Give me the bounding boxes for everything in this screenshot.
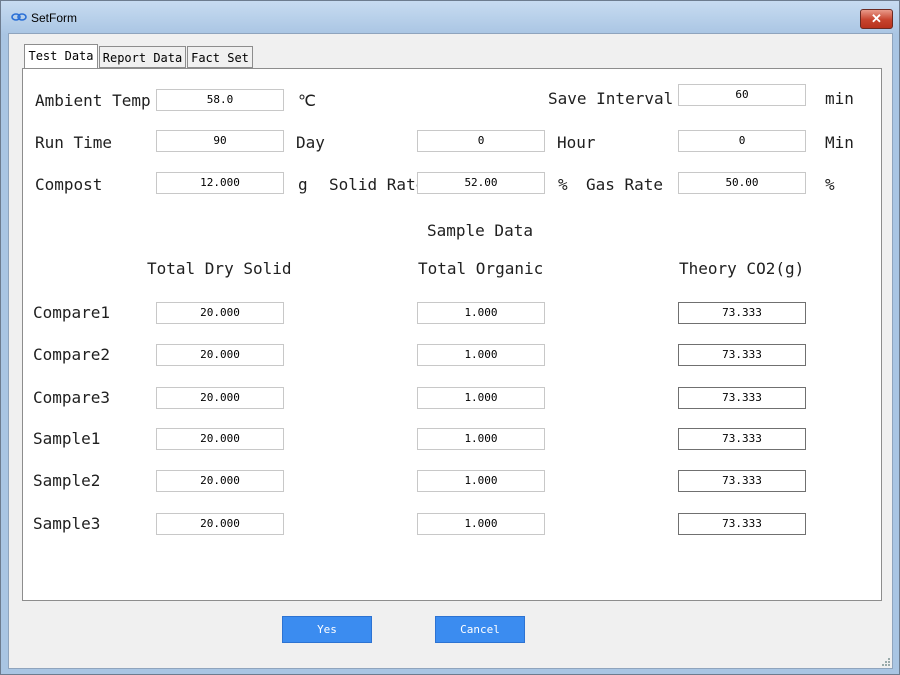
gas-rate-input[interactable]: 50.00 (678, 172, 806, 194)
sample1-organic-input[interactable]: 1.000 (417, 428, 545, 450)
title-bar[interactable]: SetForm ✕ (1, 1, 899, 35)
compare3-organic-input[interactable]: 1.000 (417, 387, 545, 409)
row-label-compare1: Compare1 (33, 303, 111, 322)
resize-grip-icon[interactable] (880, 656, 890, 666)
sample1-dry-solid-input[interactable]: 20.000 (156, 428, 284, 450)
compare3-co2-value: 73.333 (678, 387, 806, 409)
solid-rate-input[interactable]: 52.00 (417, 172, 545, 194)
app-icon (11, 13, 27, 21)
sample2-organic-input[interactable]: 1.000 (417, 470, 545, 492)
tab-report-data[interactable]: Report Data (99, 46, 186, 68)
compare1-organic-input[interactable]: 1.000 (417, 302, 545, 324)
yes-button[interactable]: Yes (282, 616, 372, 643)
column-header-total-dry-solid: Total Dry Solid (147, 259, 292, 278)
row-label-compare2: Compare2 (33, 345, 111, 364)
setform-window: SetForm ✕ Test Data Report Data Fact Set… (0, 0, 900, 675)
run-time-min-input[interactable]: 0 (678, 130, 806, 152)
sample-data-heading: Sample Data (427, 221, 533, 240)
sample3-co2-value: 73.333 (678, 513, 806, 535)
run-time-min-unit: Min (825, 133, 854, 152)
compare2-co2-value: 73.333 (678, 344, 806, 366)
solid-rate-unit: % (558, 175, 568, 194)
run-time-hour-input[interactable]: 0 (417, 130, 545, 152)
compare3-dry-solid-input[interactable]: 20.000 (156, 387, 284, 409)
sample2-co2-value: 73.333 (678, 470, 806, 492)
compost-input[interactable]: 12.000 (156, 172, 284, 194)
tab-fact-set[interactable]: Fact Set (187, 46, 253, 68)
close-icon: ✕ (871, 11, 882, 26)
column-header-total-organic: Total Organic (418, 259, 544, 278)
run-time-day-input[interactable]: 90 (156, 130, 284, 152)
save-interval-unit: min (825, 89, 854, 108)
sample2-dry-solid-input[interactable]: 20.000 (156, 470, 284, 492)
ambient-temp-input[interactable]: 58.0 (156, 89, 284, 111)
compare1-co2-value: 73.333 (678, 302, 806, 324)
window-title: SetForm (31, 11, 78, 25)
compost-label: Compost (35, 175, 103, 194)
row-label-sample2: Sample2 (33, 471, 101, 490)
tab-test-data[interactable]: Test Data (24, 44, 98, 68)
compare2-organic-input[interactable]: 1.000 (417, 344, 545, 366)
save-interval-label: Save Interval (548, 89, 674, 108)
run-time-day-unit: Day (296, 133, 325, 152)
row-label-sample3: Sample3 (33, 514, 101, 533)
solid-rate-label: Solid Rate (329, 175, 426, 194)
save-interval-input[interactable]: 60 (678, 84, 806, 106)
compare1-dry-solid-input[interactable]: 20.000 (156, 302, 284, 324)
ambient-temp-unit: ℃ (298, 91, 316, 110)
row-label-sample1: Sample1 (33, 429, 101, 448)
gas-rate-unit: % (825, 175, 835, 194)
run-time-label: Run Time (35, 133, 113, 152)
column-header-theory-co2: Theory CO2(g) (679, 259, 805, 278)
sample3-organic-input[interactable]: 1.000 (417, 513, 545, 535)
ambient-temp-label: Ambient Temp (35, 91, 151, 110)
row-label-compare3: Compare3 (33, 388, 111, 407)
compare2-dry-solid-input[interactable]: 20.000 (156, 344, 284, 366)
client-area: Test Data Report Data Fact Set Ambient T… (8, 33, 893, 669)
close-button[interactable]: ✕ (860, 9, 893, 29)
sample3-dry-solid-input[interactable]: 20.000 (156, 513, 284, 535)
test-data-panel: Ambient Temp 58.0 ℃ Save Interval 60 min… (22, 68, 882, 601)
gas-rate-label: Gas Rate (586, 175, 664, 194)
sample1-co2-value: 73.333 (678, 428, 806, 450)
run-time-hour-unit: Hour (557, 133, 596, 152)
cancel-button[interactable]: Cancel (435, 616, 525, 643)
compost-unit: g (298, 175, 308, 194)
